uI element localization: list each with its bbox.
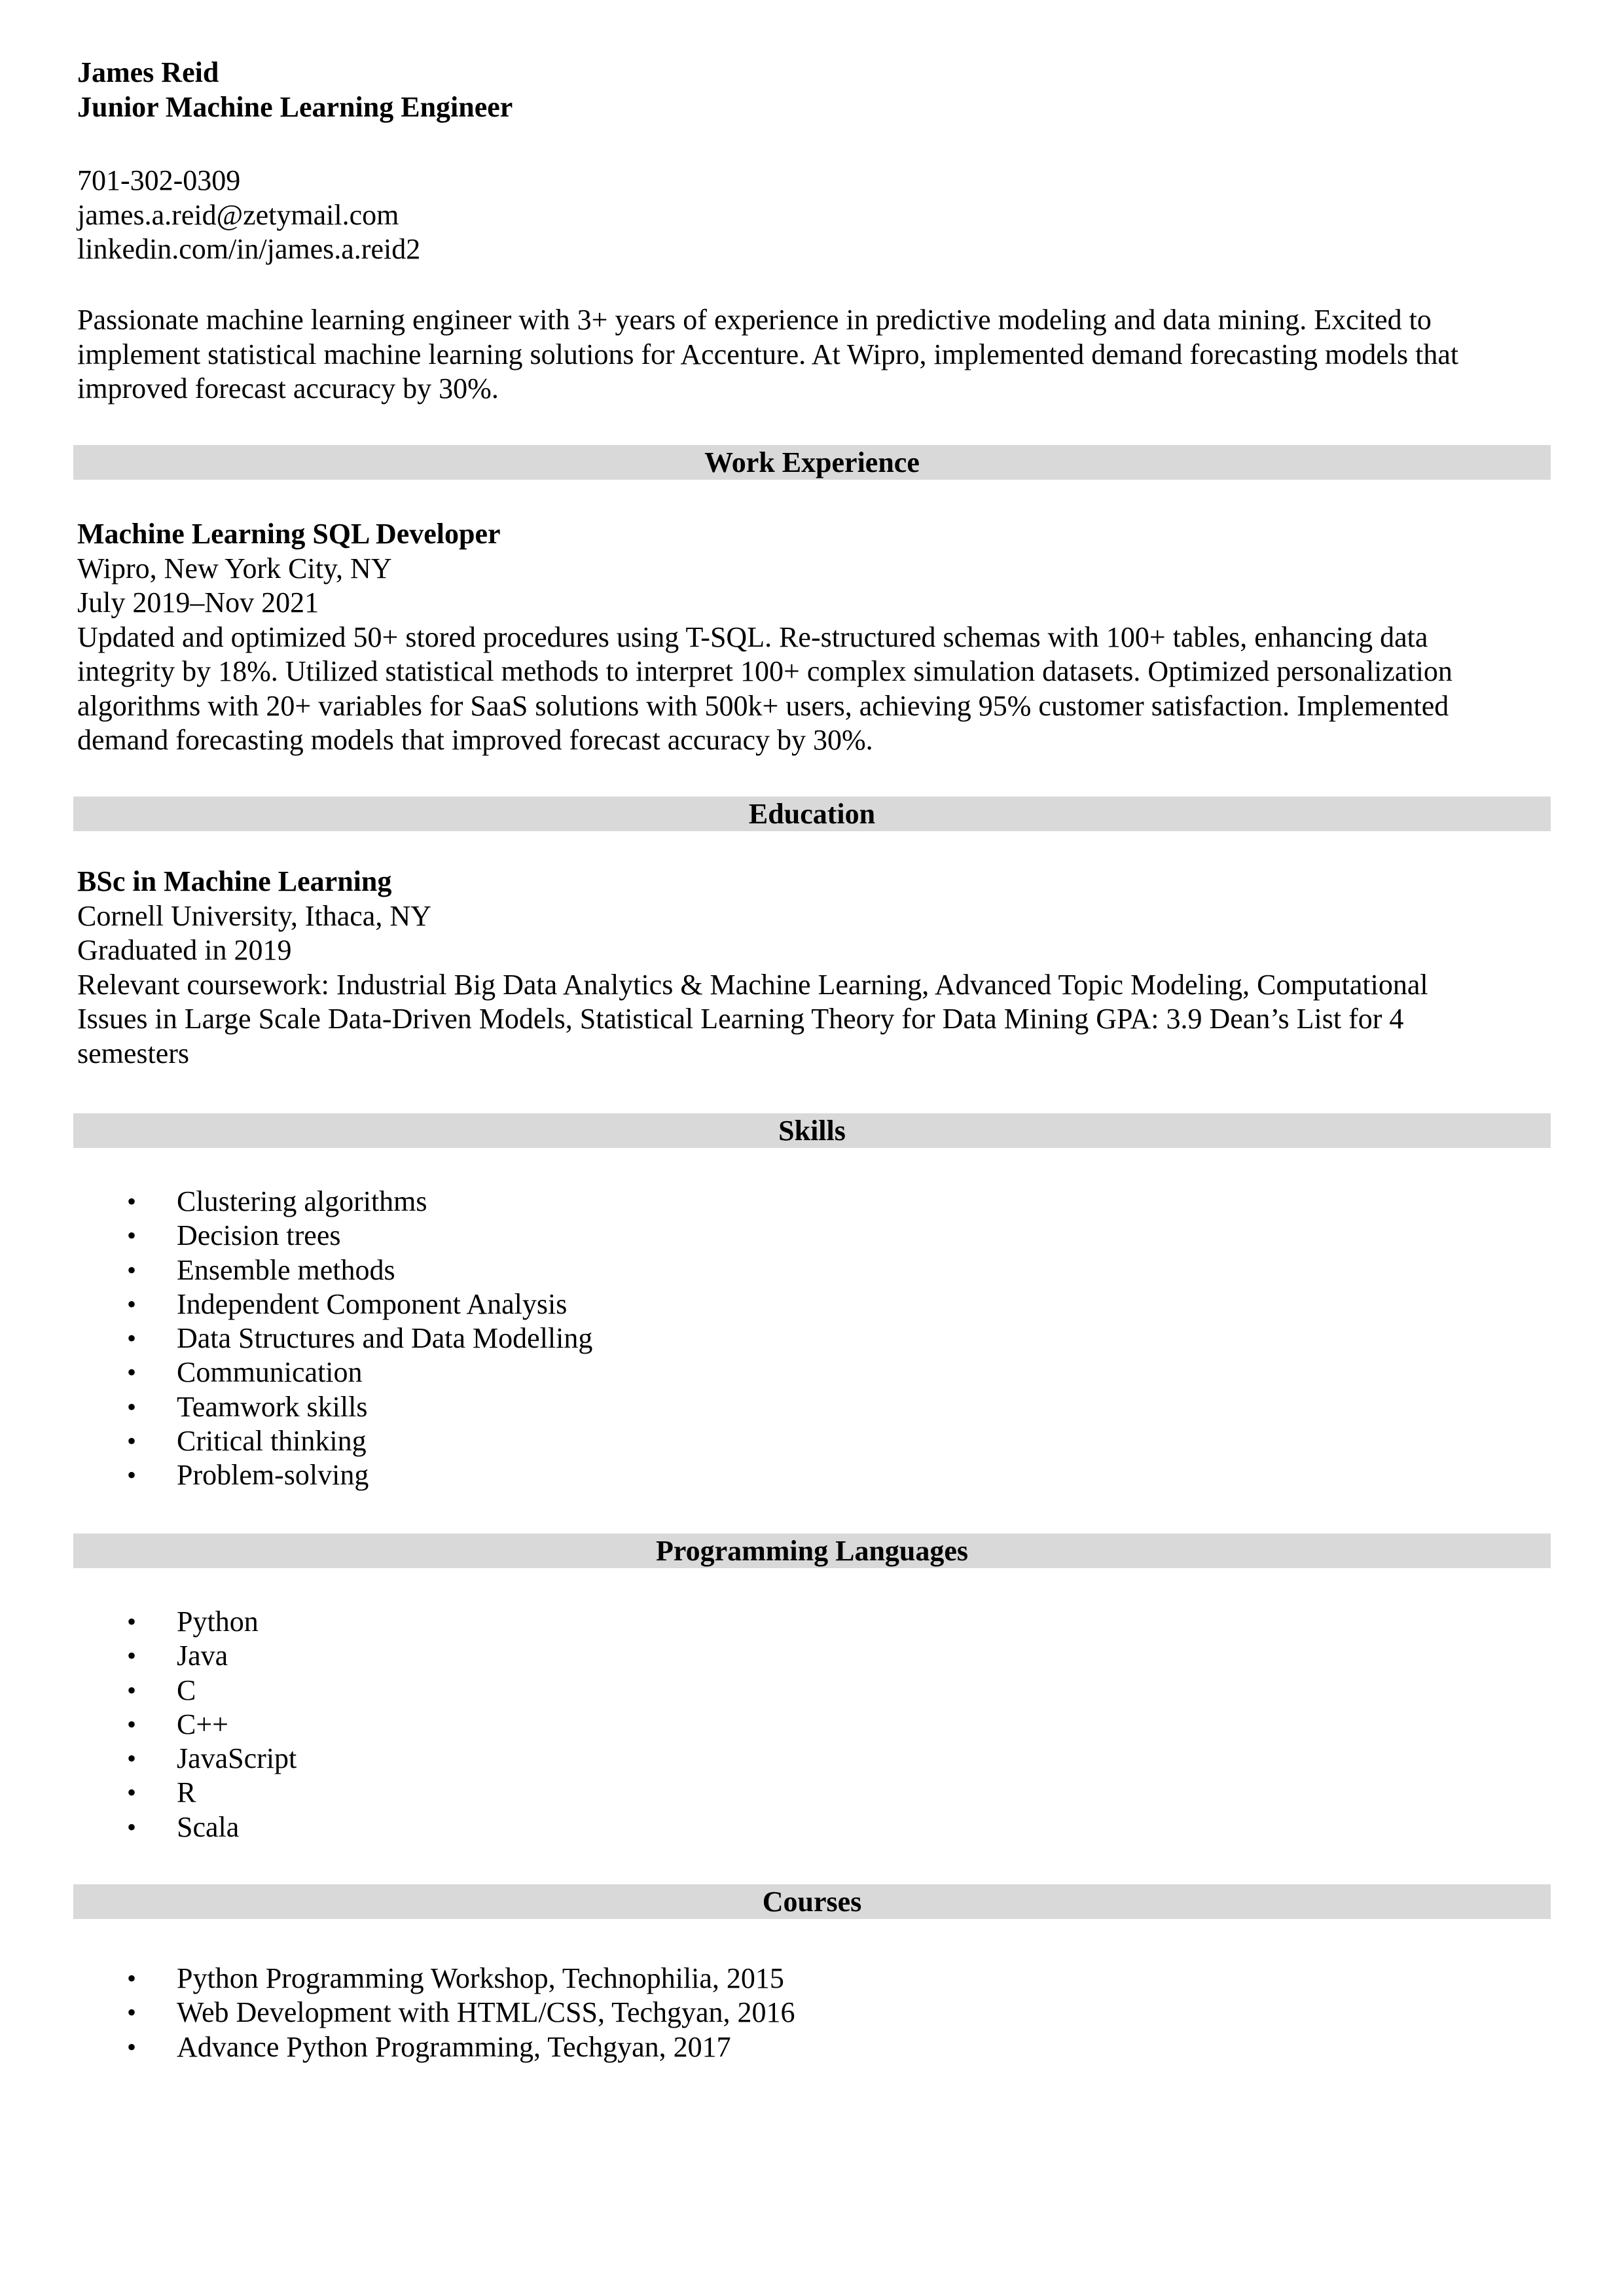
skill-label: Decision trees — [177, 1219, 341, 1252]
work-entry: Machine Learning SQL Developer Wipro, Ne… — [77, 517, 1553, 758]
bullet-icon: • — [127, 1998, 137, 2028]
email-address: james.a.reid@zetymail.com — [77, 198, 399, 231]
language-label: C — [177, 1674, 196, 1706]
bullet-icon: • — [127, 1426, 137, 1456]
bullet-icon: • — [127, 1709, 137, 1739]
programming-languages-list: • Python • Java • C • C++ • JavaScript • R • Sc… — [0, 1605, 297, 1844]
skill-item: • Communication — [0, 1355, 592, 1390]
skill-label: Teamwork skills — [177, 1390, 368, 1423]
coursework-line: Issues in Large Scale Data-Driven Models… — [77, 1003, 1404, 1035]
bullet-icon: • — [127, 1675, 137, 1705]
skill-item: • Problem-solving — [0, 1458, 592, 1492]
skill-label: Problem-solving — [177, 1459, 369, 1492]
section-header-courses: Courses — [73, 1884, 1551, 1919]
language-item: • C++ — [0, 1708, 297, 1742]
resume-header: James Reid Junior Machine Learning Engin… — [77, 56, 1553, 124]
bullet-icon: • — [127, 1391, 137, 1422]
bullet-icon: • — [127, 1357, 137, 1388]
skill-label: Communication — [177, 1356, 363, 1389]
candidate-title: Junior Machine Learning Engineer — [77, 90, 513, 123]
language-item: • JavaScript — [0, 1742, 297, 1776]
language-item: • C — [0, 1674, 297, 1708]
bullet-icon: • — [127, 2032, 137, 2062]
section-header-work-experience: Work Experience — [73, 445, 1551, 480]
language-label: Python — [177, 1605, 259, 1638]
summary: Passionate machine learning engineer wit… — [77, 303, 1553, 406]
bullet-icon: • — [127, 1607, 137, 1636]
job-description-line: Updated and optimized 50+ stored procedu… — [77, 620, 1428, 653]
bullet-icon: • — [127, 1289, 137, 1319]
skill-item: • Clustering algorithms — [0, 1185, 592, 1219]
job-title: Machine Learning SQL Developer — [77, 518, 501, 550]
bullet-icon: • — [127, 1744, 137, 1774]
course-label: Advance Python Programming, Techgyan, 20… — [177, 2030, 731, 2063]
skill-label: Data Structures and Data Modelling — [177, 1322, 593, 1355]
skill-label: Independent Component Analysis — [177, 1287, 568, 1320]
candidate-name: James Reid — [77, 56, 219, 88]
language-item: • R — [0, 1776, 297, 1810]
language-label: Java — [177, 1640, 228, 1672]
education-entry: BSc in Machine Learning Cornell Universi… — [77, 865, 1553, 1071]
bullet-icon: • — [127, 1641, 137, 1671]
bullet-icon: • — [127, 1964, 137, 1993]
bullet-icon: • — [127, 1221, 137, 1251]
language-label: Scala — [177, 1810, 240, 1843]
bullet-icon: • — [127, 1812, 137, 1842]
bullet-icon: • — [127, 1460, 137, 1490]
job-description-line: algorithms with 20+ variables for SaaS s… — [77, 689, 1449, 722]
skill-item: • Data Structures and Data Modelling — [0, 1321, 592, 1355]
skills-list: • Clustering algorithms • Decision trees •… — [0, 1185, 592, 1493]
skill-item: • Independent Component Analysis — [0, 1287, 592, 1321]
language-label: C++ — [177, 1708, 228, 1740]
phone-number: 701-302-0309 — [77, 164, 241, 196]
company-location: Wipro, New York City, NY — [77, 552, 392, 584]
skill-item: • Ensemble methods — [0, 1253, 592, 1287]
section-header-skills: Skills — [73, 1113, 1551, 1148]
language-label: JavaScript — [177, 1742, 297, 1775]
course-item: • Advance Python Programming, Techgyan, 2… — [0, 2030, 795, 2064]
course-item: • Web Development with HTML/CSS, Techgyan… — [0, 1996, 795, 2030]
bullet-icon: • — [127, 1323, 137, 1354]
language-item: • Python — [0, 1605, 297, 1639]
job-description-line: demand forecasting models that improved … — [77, 724, 873, 756]
course-item: • Python Programming Workshop, Technophil… — [0, 1962, 795, 1996]
language-item: • Scala — [0, 1810, 297, 1844]
summary-line: Passionate machine learning engineer wit… — [77, 304, 1432, 336]
summary-line: improved forecast accuracy by 30%. — [77, 372, 499, 404]
course-label: Python Programming Workshop, Technophili… — [177, 1962, 784, 1994]
coursework-line: semesters — [77, 1037, 190, 1069]
skill-item: • Decision trees — [0, 1219, 592, 1253]
coursework-line: Relevant coursework: Industrial Big Data… — [77, 968, 1428, 1001]
linkedin-url: linkedin.com/in/james.a.reid2 — [77, 233, 421, 265]
language-item: • Java — [0, 1639, 297, 1673]
skill-item: • Critical thinking — [0, 1424, 592, 1458]
skill-label: Clustering algorithms — [177, 1185, 427, 1217]
skill-item: • Teamwork skills — [0, 1390, 592, 1424]
skill-label: Ensemble methods — [177, 1253, 395, 1286]
job-description-line: integrity by 18%. Utilized statistical m… — [77, 655, 1453, 687]
course-label: Web Development with HTML/CSS, Techgyan,… — [177, 1996, 795, 2029]
summary-line: implement statistical machine learning s… — [77, 338, 1459, 370]
employment-dates: July 2019–Nov 2021 — [77, 586, 319, 619]
skill-label: Critical thinking — [177, 1425, 367, 1458]
graduation-date: Graduated in 2019 — [77, 934, 292, 966]
courses-list: • Python Programming Workshop, Technophil… — [0, 1962, 795, 2064]
language-label: R — [177, 1776, 196, 1809]
contact-info: 701-302-0309 james.a.reid@zetymail.com l… — [77, 164, 1553, 267]
section-header-programming-languages: Programming Languages — [73, 1534, 1551, 1568]
bullet-icon: • — [127, 1187, 137, 1216]
degree: BSc in Machine Learning — [77, 865, 392, 897]
bullet-icon: • — [127, 1255, 137, 1285]
school-location: Cornell University, Ithaca, NY — [77, 899, 431, 932]
bullet-icon: • — [127, 1778, 137, 1808]
section-header-education: Education — [73, 797, 1551, 831]
